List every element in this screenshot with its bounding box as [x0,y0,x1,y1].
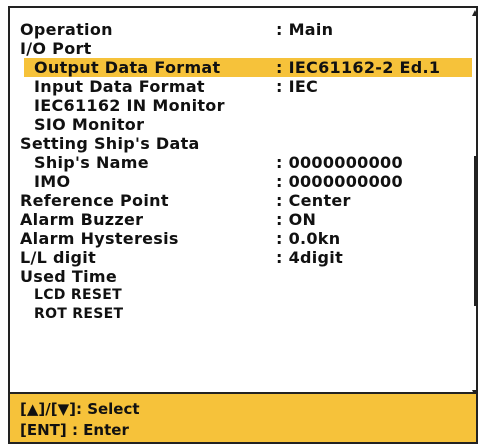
menu-item-label: I/O Port [20,39,92,58]
menu-item-rot-reset[interactable]: ROT RESET [10,305,476,324]
menu-item-value: : 4digit [276,248,344,267]
menu-item-imo[interactable]: IMO : 0000000000 [10,172,476,191]
menu-item-value: : IEC [276,77,319,96]
settings-menu: Operation : Main I/O Port Output Data Fo… [8,6,478,396]
menu-item-label: IMO [34,172,71,191]
menu-item-used-time[interactable]: Used Time [10,267,476,286]
menu-item-ships-name[interactable]: Ship's Name : 0000000000 [10,153,476,172]
menu-item-reference-point[interactable]: Reference Point : Center [10,191,476,210]
menu-item-label: Ship's Name [34,153,149,172]
menu-item-alarm-hysteresis[interactable]: Alarm Hysteresis : 0.0kn [10,229,476,248]
menu-item-io-port[interactable]: I/O Port [10,39,476,58]
menu-item-setting-ships-data[interactable]: Setting Ship's Data [10,134,476,153]
menu-item-label: ROT RESET [34,306,124,322]
menu-item-label: Setting Ship's Data [20,134,200,153]
key-hint-bar: [▲]/[▼]: Select [ENT] : Enter [8,394,478,444]
menu-item-sio-monitor[interactable]: SIO Monitor [10,115,476,134]
menu-item-label: LCD RESET [34,287,122,303]
settings-screen: Operation : Main I/O Port Output Data Fo… [0,0,484,447]
menu-item-label: IEC61162 IN Monitor [34,96,225,115]
menu-item-value: : 0000000000 [276,153,403,172]
menu-item-label: Alarm Buzzer [20,210,144,229]
menu-item-label: Operation [20,20,113,39]
menu-item-value: : Center [276,191,351,210]
menu-item-value: : 0.0kn [276,229,341,248]
menu-item-output-data-format[interactable]: Output Data Format : IEC61162-2 Ed.1 [24,58,472,77]
select-key-hint: [▲]/[▼]: Select [20,400,140,418]
menu-item-input-data-format[interactable]: Input Data Format : IEC [10,77,476,96]
menu-item-value: : ON [276,210,317,229]
menu-item-label: SIO Monitor [34,115,145,134]
scroll-up-arrow-icon [472,10,478,16]
menu-item-label: Reference Point [20,191,169,210]
menu-item-iec61162-in-monitor[interactable]: IEC61162 IN Monitor [10,96,476,115]
menu-item-label: Output Data Format [34,58,221,77]
menu-item-operation[interactable]: Operation : Main [10,20,476,39]
menu-item-label: Input Data Format [34,77,205,96]
enter-key-hint: [ENT] : Enter [20,421,129,439]
menu-item-alarm-buzzer[interactable]: Alarm Buzzer : ON [10,210,476,229]
menu-item-ll-digit[interactable]: L/L digit : 4digit [10,248,476,267]
menu-item-lcd-reset[interactable]: LCD RESET [10,286,476,305]
scrollbar-thumb[interactable] [474,156,477,306]
menu-item-value: : Main [276,20,334,39]
menu-item-value: : IEC61162-2 Ed.1 [276,58,441,77]
menu-item-label: L/L digit [20,248,97,267]
menu-item-label: Used Time [20,267,118,286]
menu-item-value: : 0000000000 [276,172,403,191]
menu-item-label: Alarm Hysteresis [20,229,179,248]
scrollbar[interactable] [470,10,478,396]
